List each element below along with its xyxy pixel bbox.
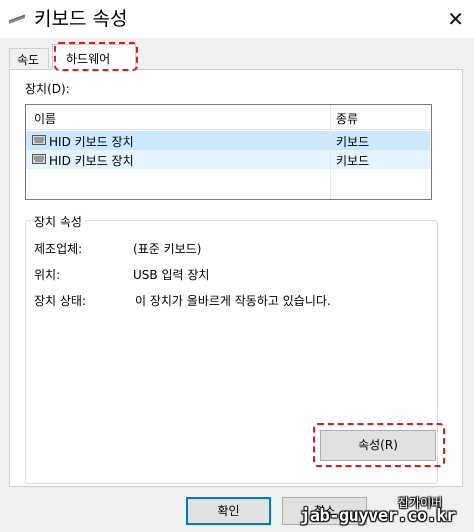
tab-speed[interactable]: 속도	[9, 48, 49, 68]
list-item[interactable]: HID 키보드 장치 키보드	[26, 150, 430, 169]
location-label: 위치:	[34, 268, 61, 282]
device-properties-title: 장치 속성	[31, 213, 85, 230]
list-header	[26, 105, 431, 130]
column-divider	[330, 105, 331, 199]
keyboard-icon	[32, 154, 46, 164]
column-header-name[interactable]: 이름	[34, 110, 56, 127]
keyboard-icon	[32, 135, 46, 145]
close-icon[interactable]: ✕	[447, 6, 464, 32]
window-title: 키보드 속성	[34, 8, 128, 30]
watermark-url: jab-guyver.co.kr	[300, 506, 456, 526]
list-item[interactable]: HID 키보드 장치 키보드	[26, 131, 430, 150]
device-name: HID 키보드 장치	[49, 154, 134, 168]
keyboard-icon	[8, 14, 26, 24]
status-label: 장치 상태:	[34, 294, 87, 308]
status-value: 이 장치가 올바르게 작동하고 있습니다.	[135, 294, 331, 308]
location-value: USB 입력 장치	[133, 268, 210, 282]
manufacturer-value: (표준 키보드)	[133, 242, 202, 256]
device-name: HID 키보드 장치	[49, 135, 134, 149]
device-type: 키보드	[336, 135, 370, 149]
tab-hardware[interactable]: 하드웨어	[52, 44, 136, 70]
device-type: 키보드	[336, 154, 370, 168]
column-header-type[interactable]: 종류	[336, 110, 358, 127]
devices-label: 장치(D):	[25, 82, 70, 96]
ok-button[interactable]: 확인	[186, 497, 271, 525]
manufacturer-label: 제조업체:	[34, 242, 83, 256]
properties-button[interactable]: 속성(R)	[320, 430, 436, 461]
title-bar: 키보드 속성 ✕	[0, 0, 474, 38]
